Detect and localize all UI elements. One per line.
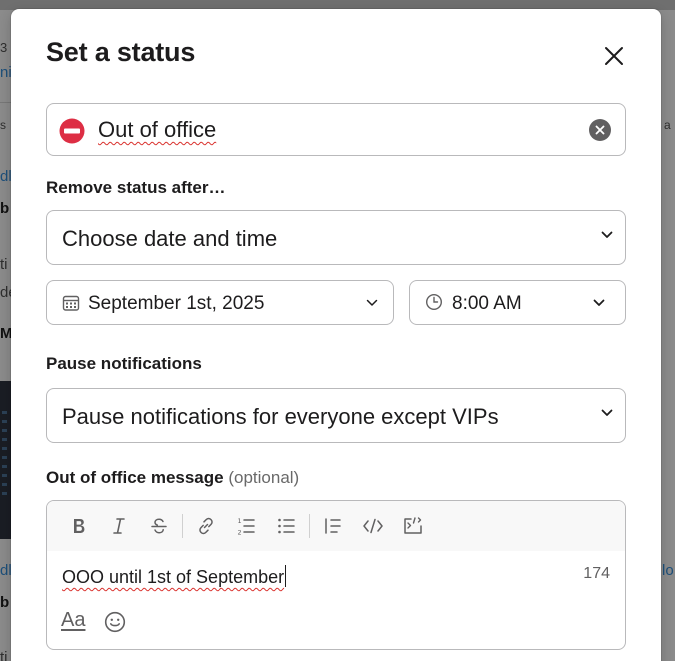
bold-button[interactable] [59, 509, 99, 543]
emoji-picker-icon[interactable] [104, 611, 126, 633]
code-block-icon [404, 517, 422, 534]
background-text: ni [0, 64, 12, 81]
formatting-toolbar: 1 2 [47, 501, 625, 551]
background-text: dl [0, 168, 12, 185]
italic-icon [113, 518, 125, 534]
background-text: b [0, 200, 10, 217]
ordered-list-icon: 1 2 [238, 517, 255, 537]
toolbar-divider [182, 514, 183, 538]
remove-status-select[interactable]: Choose date and time [46, 210, 626, 265]
code-block-button[interactable] [393, 509, 433, 543]
set-status-dialog: Set a status Out of office Remove status… [11, 9, 661, 661]
background-text: dl [0, 562, 12, 579]
ooo-message-value: OOO until 1st of September [62, 567, 285, 587]
background-image [0, 381, 11, 539]
clear-icon [595, 125, 605, 135]
background-text: ti [0, 256, 8, 273]
ooo-message-text[interactable]: OOO until 1st of September [62, 565, 287, 588]
bulleted-list-button[interactable] [266, 509, 306, 543]
dialog-title: Set a status [46, 37, 196, 67]
calendar-icon [62, 295, 80, 311]
code-icon [363, 518, 383, 534]
formatting-toggle-button[interactable]: Aa [61, 609, 85, 632]
date-value: September 1st, 2025 [88, 293, 265, 314]
chevron-down-icon [593, 299, 605, 307]
time-value: 8:00 AM [452, 293, 522, 314]
background-text: a [664, 118, 671, 132]
blockquote-icon [325, 518, 341, 534]
italic-button[interactable] [99, 509, 139, 543]
background-text: 3 [0, 40, 8, 55]
ooo-message-label-text: Out of office message [46, 468, 224, 487]
ooo-message-label: Out of office message (optional) [46, 468, 299, 488]
clock-icon [425, 293, 443, 311]
strikethrough-icon [151, 518, 167, 534]
ordered-list-button[interactable]: 1 2 [226, 509, 266, 543]
status-input[interactable]: Out of office [46, 103, 626, 156]
date-picker[interactable]: September 1st, 2025 [46, 280, 394, 325]
svg-text:2: 2 [238, 529, 242, 537]
chevron-down-icon [366, 299, 378, 307]
no-entry-icon[interactable] [59, 118, 85, 144]
close-button[interactable] [599, 41, 629, 71]
bulleted-list-icon [278, 518, 295, 534]
background-text: ti [0, 649, 8, 661]
clear-status-button[interactable] [589, 119, 611, 141]
ooo-message-editor[interactable]: 1 2 OOO until 1st of September 174 Aa [46, 500, 626, 650]
pause-notifications-label: Pause notifications [46, 354, 202, 373]
background-text: s [0, 118, 6, 132]
close-icon [605, 47, 623, 65]
background-divider [0, 102, 11, 103]
svg-text:1: 1 [238, 517, 242, 525]
pause-notifications-select[interactable]: Pause notifications for everyone except … [46, 388, 626, 443]
text-caret [285, 565, 287, 587]
strikethrough-button[interactable] [139, 509, 179, 543]
link-button[interactable] [186, 509, 226, 543]
time-picker[interactable]: 8:00 AM [409, 280, 626, 325]
chevron-down-icon [601, 231, 613, 239]
blockquote-button[interactable] [313, 509, 353, 543]
character-count: 174 [583, 565, 610, 582]
background-text: b [0, 594, 10, 611]
code-button[interactable] [353, 509, 393, 543]
link-icon [199, 517, 213, 535]
background-text: lo [662, 562, 674, 579]
chevron-down-icon [601, 409, 613, 417]
status-text[interactable]: Out of office [98, 117, 216, 143]
remove-status-label: Remove status after… [46, 178, 226, 197]
optional-hint: (optional) [228, 468, 300, 487]
remove-status-value: Choose date and time [62, 226, 278, 251]
toolbar-divider [309, 514, 310, 538]
bold-icon [74, 519, 85, 533]
pause-notifications-value: Pause notifications for everyone except … [62, 404, 499, 429]
